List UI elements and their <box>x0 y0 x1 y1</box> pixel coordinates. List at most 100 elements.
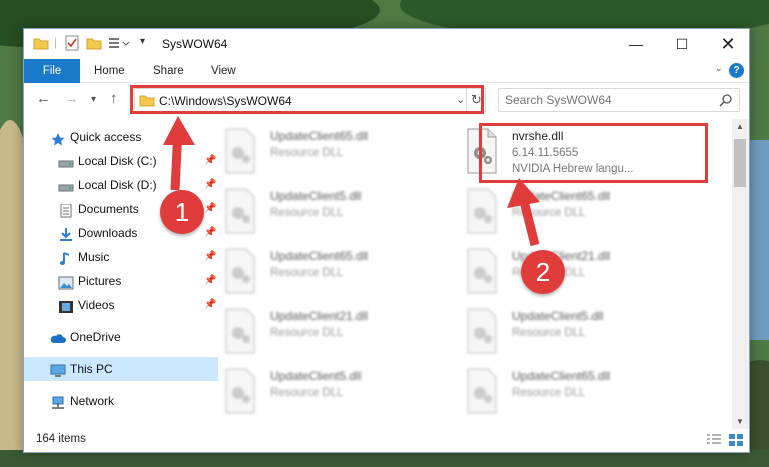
ribbon-tabs: File Home Share View ⌄ ? <box>24 59 749 83</box>
sidebar-item-label: Network <box>70 394 115 408</box>
maximize-button[interactable]: ☐ <box>659 29 705 59</box>
dropdown-arrow-icon[interactable]: ▾ <box>140 36 145 54</box>
callout-1: 1 <box>160 190 204 234</box>
pin-icon[interactable]: 📌 <box>204 269 216 293</box>
large-icons-view-icon[interactable] <box>728 433 744 447</box>
download-icon <box>58 226 74 241</box>
navigation-pane: Quick access Local Disk (C:) 📌 Local Dis… <box>24 121 218 421</box>
file-name: UpdateClient65.dll <box>270 129 369 143</box>
sidebar-item-label: Documents <box>78 202 139 216</box>
sidebar-item-label: Pictures <box>78 274 122 288</box>
file-highlight <box>479 123 708 183</box>
sidebar-item-label: Music <box>78 250 110 264</box>
sidebar-item-this-pc[interactable]: This PC <box>24 357 218 381</box>
new-folder-icon[interactable] <box>86 35 102 53</box>
status-bar: 164 items <box>24 428 749 452</box>
sidebar-item-music[interactable]: Music 📌 <box>24 245 218 269</box>
pin-icon[interactable]: 📌 <box>204 221 216 245</box>
pin-icon[interactable]: 📌 <box>204 293 216 317</box>
tab-share[interactable]: Share <box>153 59 184 83</box>
file-type: Resource DLL <box>512 327 586 339</box>
sidebar-item-label: Downloads <box>78 226 138 240</box>
scroll-down-icon[interactable]: ▼ <box>736 417 744 426</box>
file-type: Resource DLL <box>512 387 586 399</box>
forward-arrow-icon[interactable]: → <box>64 90 79 107</box>
sidebar-item-onedrive[interactable]: OneDrive <box>24 325 218 349</box>
search-icon[interactable] <box>719 93 733 110</box>
file-item[interactable]: UpdateClient21.dll Resource DLL <box>462 245 692 301</box>
file-type: Resource DLL <box>270 327 344 339</box>
file-name: UpdateClient65.dll <box>512 369 611 383</box>
file-item[interactable]: UpdateClient65.dll Resource DLL <box>462 365 692 421</box>
file-type: Resource DLL <box>270 267 344 279</box>
dll-file-icon <box>462 307 502 355</box>
file-item[interactable]: UpdateClient5.dll Resource DLL <box>462 305 692 361</box>
file-item[interactable]: UpdateClient65.dll Resource DLL <box>220 245 450 301</box>
window-title: SysWOW64 <box>162 37 228 51</box>
file-item[interactable]: UpdateClient5.dll Resource DLL <box>220 365 450 421</box>
file-name: UpdateClient5.dll <box>270 189 362 203</box>
item-count: 164 items <box>36 433 86 445</box>
customize-toolbar-icon[interactable] <box>108 35 132 53</box>
drive-icon <box>58 178 74 192</box>
file-type: Resource DLL <box>270 147 344 159</box>
file-type: Resource DLL <box>270 207 344 219</box>
file-name: UpdateClient21.dll <box>270 309 369 323</box>
file-type: Resource DLL <box>270 387 344 399</box>
title-bar: | ▾ SysWOW64 — ☐ ✕ <box>24 29 749 59</box>
network-icon <box>50 394 66 409</box>
file-type: Resource DLL <box>512 207 586 219</box>
file-item[interactable]: UpdateClient65.dll Resource DLL <box>462 185 692 241</box>
sidebar-item-videos[interactable]: Videos 📌 <box>24 293 218 317</box>
close-button[interactable]: ✕ <box>705 29 751 59</box>
separator: | <box>54 35 58 49</box>
up-arrow-icon[interactable]: ↑ <box>110 90 118 107</box>
sidebar-item-pictures[interactable]: Pictures 📌 <box>24 269 218 293</box>
recent-locations-icon[interactable]: ▾ <box>91 94 96 105</box>
music-icon <box>58 250 74 265</box>
tab-file[interactable]: File <box>24 59 80 83</box>
details-view-icon[interactable] <box>706 433 722 447</box>
back-arrow-icon[interactable]: ← <box>36 90 51 107</box>
sidebar-item-label: Quick access <box>70 130 142 144</box>
sidebar-item-label: This PC <box>70 362 113 376</box>
dll-file-icon <box>220 247 260 295</box>
sidebar-item-local-disk-c[interactable]: Local Disk (C:) 📌 <box>24 149 218 173</box>
vertical-scrollbar[interactable]: ▲ ▼ <box>732 119 749 429</box>
file-item[interactable]: UpdateClient21.dll Resource DLL <box>220 305 450 361</box>
dll-file-icon <box>220 187 260 235</box>
cloud-icon <box>50 330 66 344</box>
file-item[interactable]: UpdateClient5.dll Resource DLL <box>220 185 450 241</box>
file-name: UpdateClient65.dll <box>270 249 369 263</box>
dll-file-icon <box>220 127 260 175</box>
scrollbar-thumb[interactable] <box>734 139 746 187</box>
computer-icon <box>50 362 66 377</box>
star-icon <box>50 130 66 146</box>
callout-2: 2 <box>521 250 565 294</box>
file-name: UpdateClient5.dll <box>512 309 604 323</box>
pictures-icon <box>58 274 74 290</box>
tab-home[interactable]: Home <box>94 59 125 83</box>
dll-file-icon <box>220 367 260 415</box>
dll-file-icon <box>220 307 260 355</box>
tab-view[interactable]: View <box>211 59 236 83</box>
sidebar-item-quick-access[interactable]: Quick access <box>24 125 218 149</box>
file-name: UpdateClient65.dll <box>512 189 611 203</box>
pin-icon[interactable]: 📌 <box>204 245 216 269</box>
search-box[interactable] <box>498 88 740 112</box>
sidebar-item-label: Local Disk (D:) <box>78 178 157 192</box>
sidebar-item-network[interactable]: Network <box>24 389 218 413</box>
minimize-button[interactable]: — <box>613 29 659 59</box>
file-item[interactable]: UpdateClient65.dll Resource DLL <box>220 125 450 181</box>
expand-ribbon-icon[interactable]: ⌄ <box>715 63 723 74</box>
pin-icon[interactable]: 📌 <box>204 173 216 197</box>
search-input[interactable] <box>505 93 705 107</box>
properties-icon[interactable] <box>64 35 80 53</box>
dll-file-icon <box>462 187 502 235</box>
pin-icon[interactable]: 📌 <box>204 149 216 173</box>
scroll-up-icon[interactable]: ▲ <box>736 122 744 131</box>
pin-icon[interactable]: 📌 <box>204 197 216 221</box>
dll-file-icon <box>462 367 502 415</box>
videos-icon <box>58 298 74 313</box>
help-button[interactable]: ? <box>729 63 744 78</box>
